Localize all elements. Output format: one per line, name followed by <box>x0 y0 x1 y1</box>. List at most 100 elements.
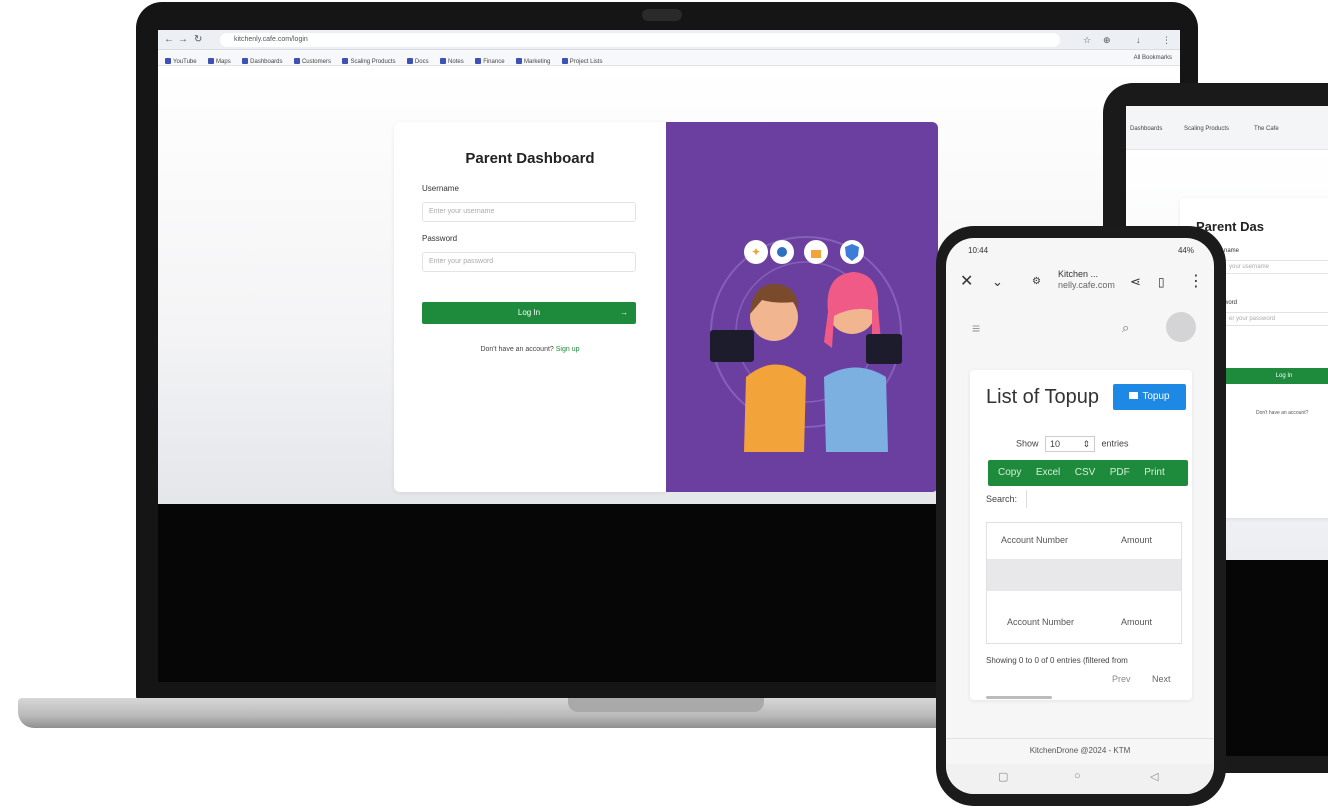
arrow-right-icon: → <box>620 308 628 317</box>
avatar[interactable] <box>1166 312 1196 342</box>
bookmark-icon <box>293 58 300 64</box>
forward-icon[interactable]: → <box>178 33 188 47</box>
bookmark-item[interactable]: Scaling Products <box>342 54 395 65</box>
phone-screen: 10:44 44% ✕ ⌄ ⚙ Kitchen ... nelly.cafe.c… <box>946 238 1214 794</box>
excel-button[interactable]: Excel <box>1036 460 1060 486</box>
horizontal-scrollbar[interactable] <box>986 696 1052 699</box>
back-icon[interactable]: ← <box>164 33 174 47</box>
hamburger-menu-icon[interactable]: ≡ <box>972 318 980 338</box>
copy-button[interactable]: Copy <box>998 460 1021 486</box>
bookmark-item[interactable]: YouTube <box>165 54 197 65</box>
signup-line: Don't have an account? Sign up <box>394 346 666 353</box>
topup-icon <box>1129 392 1139 399</box>
chevron-down-icon: ⇕ <box>1082 439 1091 449</box>
more-icon[interactable]: ⋮ <box>1188 272 1204 292</box>
topup-button[interactable]: Topup <box>1113 384 1186 410</box>
bookmark-icon <box>440 58 447 64</box>
all-bookmarks[interactable]: All Bookmarks <box>1134 50 1172 65</box>
bookmark-item[interactable]: Scaling Products <box>1184 126 1229 132</box>
bookmark-item[interactable]: Maps <box>208 54 231 65</box>
bookmark-icon <box>475 58 482 64</box>
bookmark-icon <box>342 58 349 64</box>
topup-table: Account Number Amount Account Number Amo… <box>986 522 1182 644</box>
chevron-down-icon[interactable]: ⌄ <box>992 272 1003 292</box>
column-header-account-number[interactable]: Account Number <box>1001 535 1068 545</box>
security-illustration: ✦ <box>666 122 938 492</box>
bookmark-icon <box>406 58 413 64</box>
android-nav-bar: ▢ ○ ◁ <box>946 764 1214 794</box>
bookmark-icon[interactable]: ▯ <box>1158 272 1165 292</box>
entries-label: entries <box>1101 438 1129 449</box>
password-input[interactable]: Enter your password <box>422 252 636 272</box>
bookmark-icon <box>165 58 171 64</box>
home-icon[interactable]: ○ <box>1074 770 1081 782</box>
table-info: Showing 0 to 0 of 0 entries (filtered fr… <box>986 656 1128 665</box>
download-icon[interactable]: ↓ <box>1136 33 1141 47</box>
tablet-username-input[interactable]: your username <box>1224 260 1328 274</box>
site-name: Kitchen ... <box>1058 269 1099 279</box>
show-label: Show <box>1016 438 1039 449</box>
username-input[interactable]: Enter your username <box>422 202 636 222</box>
status-time: 10:44 <box>968 246 989 255</box>
browser-toolbar: ← → ↻ kitchenly.cafe.com/login ☆ ⊕ ↓ ⋮ <box>158 30 1180 50</box>
back-nav-icon[interactable]: ◁ <box>1150 770 1158 783</box>
bookmark-star-icon[interactable]: ☆ <box>1083 33 1091 47</box>
tablet-browser-toolbar: Dashboards Scaling Products The Cafe <box>1126 106 1328 150</box>
menu-icon[interactable]: ⋮ <box>1162 33 1171 47</box>
entries-length-control: Show 10 ⇕ entries <box>1016 436 1129 452</box>
bookmark-icon <box>208 58 215 64</box>
export-button-group: Copy Excel CSV PDF Print <box>988 460 1188 486</box>
extensions-icon[interactable]: ⊕ <box>1103 33 1111 47</box>
tablet-signup-prompt: Don't have an account? <box>1256 410 1309 416</box>
login-button-label: Log In <box>517 308 541 317</box>
share-icon[interactable]: ⋖ <box>1130 272 1141 292</box>
address-bar[interactable]: kitchenly.cafe.com/login <box>220 33 1060 47</box>
illustration-graphic: ✦ <box>710 236 902 452</box>
laptop-notch <box>568 698 764 712</box>
login-button[interactable]: Log In → <box>422 302 636 324</box>
bookmark-icon <box>516 58 522 64</box>
reload-icon[interactable]: ↻ <box>194 33 202 47</box>
search-label: Search: <box>986 494 1018 504</box>
column-header-amount[interactable]: Amount <box>1121 535 1152 545</box>
search-input[interactable] <box>1026 490 1188 508</box>
laptop-camera <box>642 9 682 21</box>
battery-status: 44% <box>1177 246 1194 255</box>
bookmark-icon <box>242 58 249 64</box>
topup-button-label: Topup <box>1142 391 1170 402</box>
bookmark-item[interactable]: Dashboards <box>242 54 283 65</box>
site-settings-icon[interactable]: ⚙ <box>1032 272 1041 292</box>
recents-icon[interactable]: ▢ <box>998 770 1008 783</box>
search-icon[interactable]: ⌕ <box>1122 318 1129 338</box>
entries-select[interactable]: 10 ⇕ <box>1045 436 1096 452</box>
signup-link[interactable]: Sign up <box>556 346 580 353</box>
print-button[interactable]: Print <box>1144 460 1165 486</box>
prev-page-button[interactable]: Prev <box>1112 674 1131 684</box>
bookmark-item[interactable]: Customers <box>293 54 331 65</box>
list-title: List of Topup <box>986 386 1100 408</box>
close-icon[interactable]: ✕ <box>960 272 973 292</box>
bookmarks-bar: YouTube Maps Dashboards Customers Scalin… <box>158 50 1180 66</box>
page-title: Parent Dashboard <box>465 150 595 167</box>
site-url: nelly.cafe.com <box>1058 280 1115 290</box>
entries-select-value: 10 <box>1050 439 1061 449</box>
pdf-button[interactable]: PDF <box>1110 460 1130 486</box>
column-footer-account-number: Account Number <box>1007 617 1075 627</box>
bookmark-item[interactable]: Notes <box>440 54 464 65</box>
bookmark-item[interactable]: Marketing <box>516 54 550 65</box>
bookmark-item[interactable]: Dashboards <box>1130 126 1162 132</box>
bookmark-item[interactable]: Finance <box>475 54 505 65</box>
signup-prompt: Don't have an account? <box>480 346 554 353</box>
site-info[interactable]: Kitchen ... nelly.cafe.com <box>1058 269 1115 291</box>
page-footer: KitchenDrone @2024 - KTM <box>946 738 1214 762</box>
bookmark-item[interactable]: Docs <box>406 54 429 65</box>
csv-button[interactable]: CSV <box>1075 460 1096 486</box>
bookmark-item[interactable]: The Cafe <box>1254 126 1279 132</box>
password-label: Password <box>422 234 458 243</box>
bookmark-item[interactable]: Project Lists <box>561 54 602 65</box>
next-page-button[interactable]: Next <box>1152 674 1171 684</box>
svg-text:✦: ✦ <box>751 245 761 259</box>
tablet-login-button[interactable]: Log In <box>1224 368 1328 384</box>
bookmark-icon <box>561 58 568 64</box>
tablet-password-input[interactable]: er your password <box>1224 312 1328 326</box>
